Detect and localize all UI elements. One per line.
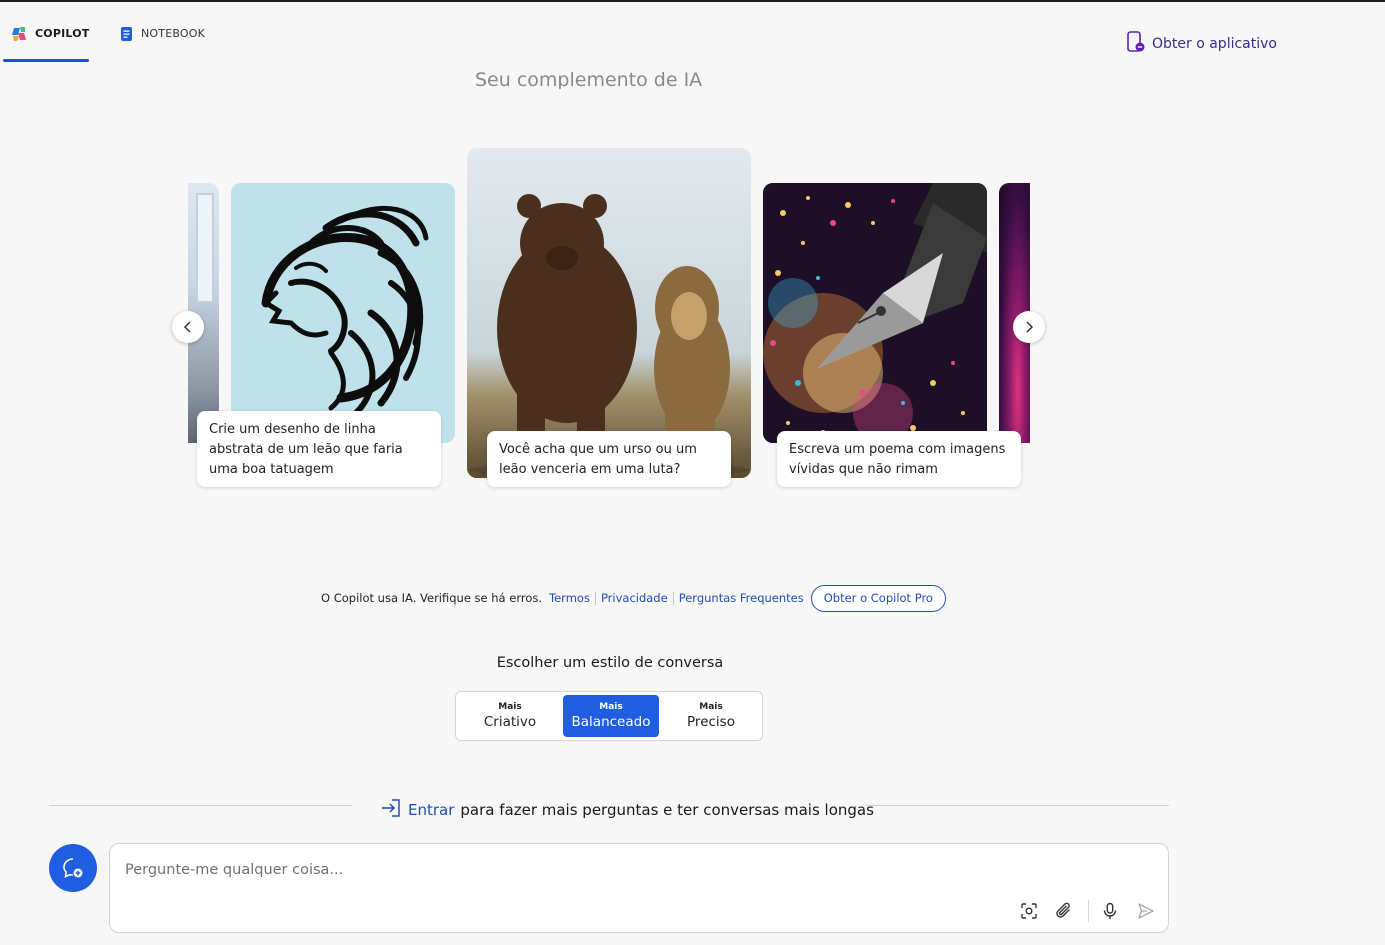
style-qualifier: Mais	[498, 702, 522, 712]
new-topic-button[interactable]	[49, 844, 97, 892]
chat-input[interactable]	[125, 858, 1025, 882]
chevron-right-icon	[1026, 321, 1034, 333]
visual-search-button[interactable]	[1018, 900, 1040, 922]
divider	[49, 805, 352, 806]
disclaimer-text: O Copilot usa IA. Verifique se há erros.	[321, 591, 543, 605]
disclaimer-row: O Copilot usa IA. Verifique se há erros.…	[321, 584, 946, 612]
get-copilot-pro-button[interactable]: Obter o Copilot Pro	[810, 584, 946, 612]
card-caption-poem[interactable]: Escreva um poema com imagens vívidas que…	[777, 431, 1021, 487]
card-caption-bear[interactable]: Você acha que um urso ou um leão venceri…	[487, 431, 731, 487]
privacy-link[interactable]: Privacidade	[601, 591, 668, 605]
card-bear-vs-lion[interactable]	[467, 148, 751, 478]
style-qualifier: Mais	[699, 702, 723, 712]
style-precise-button[interactable]: Mais Preciso	[663, 695, 759, 737]
conversation-style-selector: Mais Criativo Mais Balanceado Mais Preci…	[455, 691, 763, 741]
card-caption-lion[interactable]: Crie um desenho de linha abstrata de um …	[197, 411, 441, 487]
carousel-prev-button[interactable]	[172, 311, 204, 343]
tab-copilot-label: COPILOT	[35, 27, 90, 40]
style-label: Balanceado	[571, 714, 651, 730]
divider	[866, 805, 1169, 806]
tab-copilot[interactable]: COPILOT	[3, 26, 89, 62]
carousel-next-button[interactable]	[1013, 311, 1045, 343]
get-app-label: Obter o aplicativo	[1152, 36, 1277, 52]
window-top-border	[0, 0, 1385, 2]
camera-scan-icon	[1021, 903, 1037, 919]
fountain-pen-image	[763, 183, 987, 443]
send-button[interactable]	[1135, 900, 1157, 922]
style-balanced-button[interactable]: Mais Balanceado	[563, 695, 659, 737]
tagline: Seu complemento de IA diário	[475, 69, 703, 89]
suggestion-carousel: Crie um desenho de linha abstrata de um …	[188, 140, 1030, 500]
voice-input-button[interactable]	[1099, 900, 1121, 922]
faq-link[interactable]: Perguntas Frequentes	[679, 591, 804, 605]
paperclip-icon	[1056, 902, 1070, 918]
chevron-left-icon	[183, 321, 191, 333]
tab-notebook-label: NOTEBOOK	[141, 27, 206, 40]
signin-text: para fazer mais perguntas e ter conversa…	[460, 801, 874, 819]
terms-link[interactable]: Termos	[549, 591, 590, 605]
new-chat-icon	[63, 858, 83, 878]
style-creative-button[interactable]: Mais Criativo	[462, 695, 558, 737]
microphone-icon	[1103, 902, 1117, 919]
style-label: Criativo	[483, 714, 537, 730]
chat-composer	[109, 843, 1169, 933]
conversation-style-title: Escolher um estilo de conversa	[496, 655, 724, 671]
card-lion-drawing[interactable]	[231, 183, 455, 443]
sign-in-link[interactable]: Entrar	[408, 801, 454, 819]
lion-line-art-image	[231, 183, 455, 443]
tab-notebook[interactable]: NOTEBOOK	[120, 26, 210, 62]
signin-prompt: Entrar para fazer mais perguntas e ter c…	[380, 798, 874, 822]
style-label: Preciso	[687, 714, 735, 730]
window-illustration	[196, 193, 214, 303]
divider	[594, 591, 596, 605]
style-qualifier: Mais	[599, 702, 623, 712]
sign-in-icon	[380, 798, 402, 822]
get-app-link[interactable]: Obter o aplicativo	[1126, 31, 1277, 57]
copilot-logo-icon	[11, 26, 27, 45]
card-poem-pen[interactable]	[763, 183, 987, 443]
bear-and-lion-image	[467, 148, 751, 478]
attach-button[interactable]	[1053, 900, 1075, 922]
divider	[1088, 900, 1089, 922]
notebook-icon	[120, 26, 133, 45]
divider	[672, 591, 674, 605]
phone-app-icon	[1126, 31, 1146, 57]
send-icon	[1138, 903, 1154, 919]
